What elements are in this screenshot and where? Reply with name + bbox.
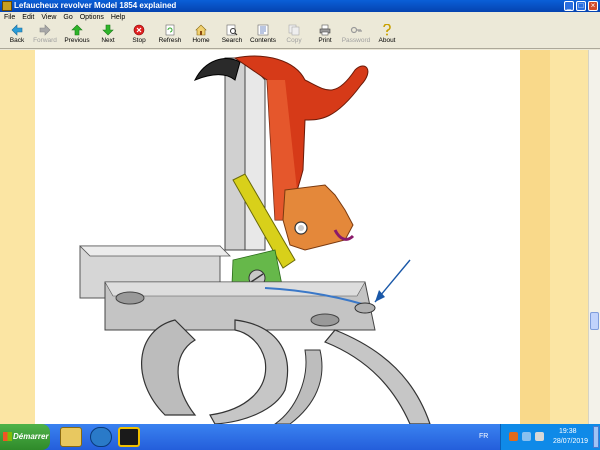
forward-button[interactable]: Forward [28, 24, 62, 48]
taskbar: Démarrer FR 19:38 28/07/2019 [0, 424, 600, 450]
previous-label: Previous [64, 37, 90, 44]
network-tray-icon[interactable] [522, 432, 531, 441]
password-button[interactable]: Password [339, 24, 373, 48]
home-icon [195, 24, 207, 36]
revolver-app-taskbar-icon[interactable] [118, 427, 140, 447]
refresh-button[interactable]: Refresh [153, 24, 187, 48]
key-icon [350, 26, 362, 34]
menu-bar: File Edit View Go Options Help [0, 12, 600, 23]
scrollbar-thumb[interactable] [590, 312, 599, 330]
menu-edit[interactable]: Edit [22, 12, 34, 23]
clock-date: 28/07/2019 [553, 438, 589, 445]
menu-file[interactable]: File [4, 12, 15, 23]
show-desktop-button[interactable] [593, 426, 599, 448]
copy-icon [288, 24, 300, 36]
arrow-right-icon [39, 24, 51, 36]
flag-tray-icon[interactable] [509, 432, 518, 441]
copy-button[interactable]: Copy [277, 24, 311, 48]
home-label: Home [192, 37, 210, 44]
language-indicator[interactable]: FR [479, 424, 488, 450]
menu-go[interactable]: Go [63, 12, 72, 23]
about-button[interactable]: About [370, 24, 404, 48]
search-label: Search [221, 37, 243, 44]
folder-taskbar-icon[interactable] [60, 427, 82, 447]
stop-button[interactable]: Stop [122, 24, 156, 48]
windows-flag-icon [3, 432, 12, 441]
app-icon [2, 1, 12, 11]
vertical-scrollbar[interactable] [588, 50, 600, 424]
arrow-left-icon [11, 24, 23, 36]
about-label: About [378, 37, 396, 44]
arrow-up-icon [71, 24, 83, 36]
page-margin-far-right [550, 50, 587, 424]
search-button[interactable]: Search [215, 24, 249, 48]
home-button[interactable]: Home [184, 24, 218, 48]
forward-label: Forward [33, 37, 57, 44]
maximize-button[interactable]: □ [576, 1, 586, 11]
revolver-mechanism-diagram [79, 55, 431, 424]
contents-button[interactable]: Contents [246, 24, 280, 48]
password-label: Password [341, 37, 371, 44]
menu-options[interactable]: Options [80, 12, 104, 23]
window-title: Lefaucheux revolver Model 1854 explained [14, 1, 177, 10]
page-margin-left [0, 50, 35, 424]
refresh-label: Refresh [158, 37, 182, 44]
contents-icon [257, 24, 269, 36]
clock-time: 19:38 [559, 428, 577, 435]
search-icon [226, 24, 238, 36]
system-tray: FR 19:38 28/07/2019 [479, 424, 600, 450]
toolbar: Back Forward Previous Next Stop Refresh … [0, 23, 600, 49]
arrow-down-icon [102, 24, 114, 36]
minimize-button[interactable]: _ [564, 1, 574, 11]
page-margin-right [520, 50, 550, 424]
next-label: Next [101, 37, 115, 44]
stop-icon [133, 24, 145, 36]
about-icon [383, 24, 391, 36]
start-label: Démarrer [13, 432, 49, 441]
stop-label: Stop [132, 37, 146, 44]
app-taskbar-icon[interactable] [90, 427, 112, 447]
refresh-icon [165, 24, 175, 36]
menu-view[interactable]: View [41, 12, 56, 23]
print-button[interactable]: Print [308, 24, 342, 48]
close-button[interactable]: × [588, 1, 598, 11]
next-button[interactable]: Next [91, 24, 125, 48]
print-icon [319, 24, 331, 36]
previous-button[interactable]: Previous [60, 24, 94, 48]
document-page [35, 50, 520, 424]
print-label: Print [318, 37, 332, 44]
start-button[interactable]: Démarrer [0, 424, 50, 450]
copy-label: Copy [286, 37, 302, 44]
content-area [0, 50, 600, 424]
menu-help[interactable]: Help [111, 12, 125, 23]
volume-tray-icon[interactable] [535, 432, 544, 441]
title-bar: Lefaucheux revolver Model 1854 explained… [0, 0, 600, 12]
contents-label: Contents [249, 37, 277, 44]
